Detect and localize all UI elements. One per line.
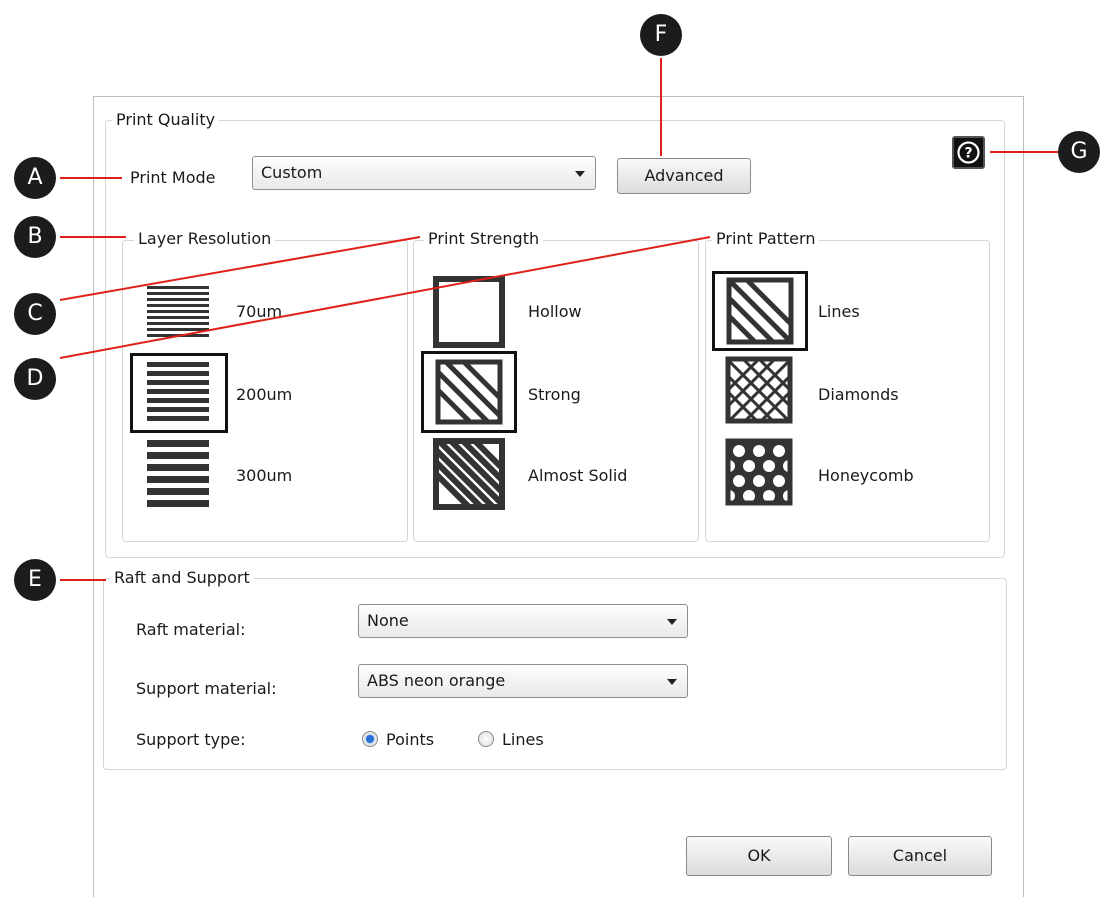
callout-a: A bbox=[14, 157, 56, 199]
callout-connector-lines bbox=[59, 58, 1062, 581]
callout-e: E bbox=[14, 559, 56, 601]
callout-g: G bbox=[1058, 131, 1100, 173]
callout-d: D bbox=[14, 358, 56, 400]
callout-f: F bbox=[640, 14, 682, 56]
callout-c: C bbox=[14, 293, 56, 335]
callout-b: B bbox=[14, 216, 56, 258]
